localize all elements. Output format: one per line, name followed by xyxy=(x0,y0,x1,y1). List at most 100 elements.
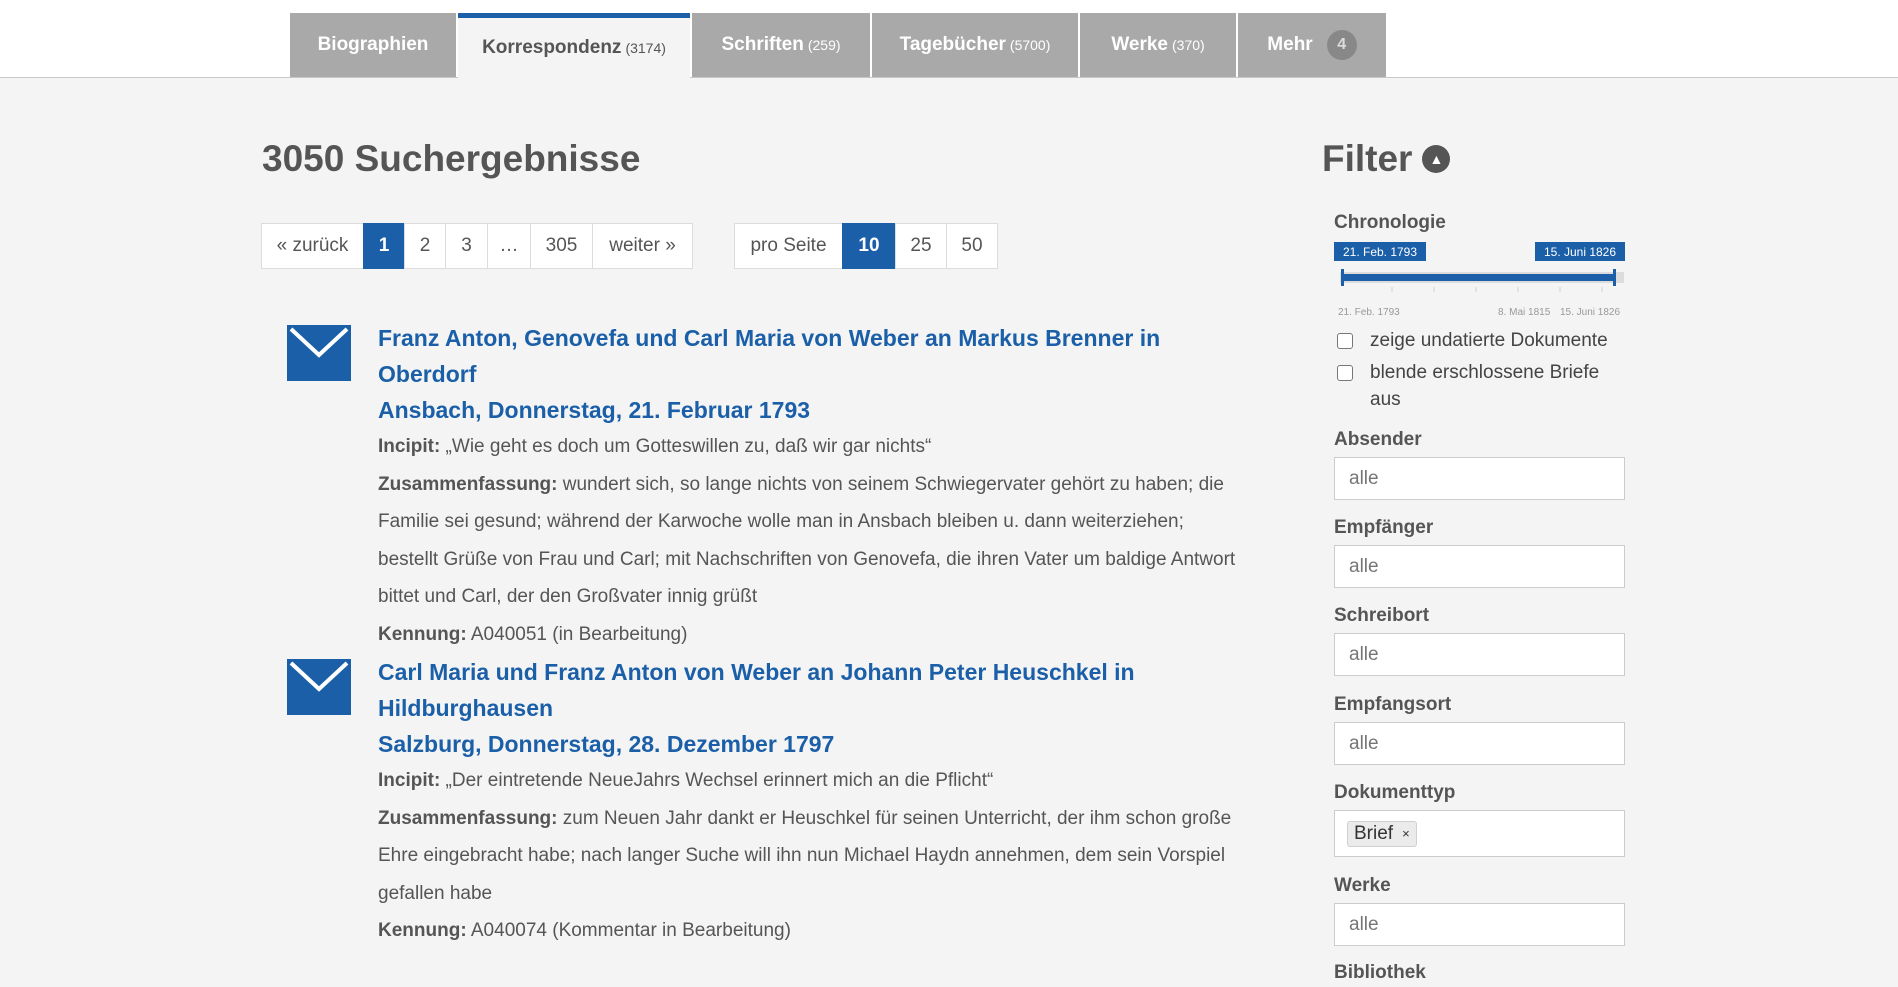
werke-filter: Werke xyxy=(1334,875,1625,946)
tab-count: (370) xyxy=(1172,37,1205,53)
range-end-date: 15. Juni 1826 xyxy=(1544,245,1616,259)
empfangsort-label: Empfangsort xyxy=(1334,694,1452,715)
summary-label: Zusammenfassung: xyxy=(378,807,558,829)
tag-label: Brief xyxy=(1354,822,1394,844)
per-page-50-button[interactable]: 50 xyxy=(946,223,998,269)
incipit-label: Incipit: xyxy=(378,436,441,457)
tab-schriften[interactable]: Schriften (259) xyxy=(692,13,870,77)
tab-count: (5700) xyxy=(1009,37,1051,53)
checkbox-box[interactable] xyxy=(1337,365,1353,381)
result-title-link[interactable]: Carl Maria und Franz Anton von Weber an … xyxy=(378,654,1248,762)
page-1-button[interactable]: 1 xyxy=(363,223,405,269)
tab-label: Tagebücher xyxy=(899,34,1006,55)
result-title-line: Franz Anton, Genovefa und Carl Maria von… xyxy=(378,325,1161,387)
filter-heading: Filter ▲ xyxy=(1322,138,1451,180)
result-incipit: Incipit: „Wie geht es doch um Gotteswill… xyxy=(378,428,1248,466)
pagination: « zurück 1 2 3 … 305 weiter » xyxy=(261,223,693,269)
page-3-button[interactable]: 3 xyxy=(445,223,488,269)
result-date-line: Ansbach, Donnerstag, 21. Februar 1793 xyxy=(378,397,811,423)
incipit-text: „Der eintretende NeueJahrs Wechsel erinn… xyxy=(440,770,994,791)
chronology-label: Chronologie xyxy=(1334,212,1446,233)
axis-label-mid: 8. Mai 1815 xyxy=(1498,307,1551,318)
per-page-label: pro Seite xyxy=(734,223,843,269)
id-text: A040074 (Kommentar in Bearbeitung) xyxy=(466,920,791,941)
dokumenttyp-filter: Dokumenttyp Brief × xyxy=(1334,782,1625,857)
top-tab-bar: Biographien Korrespondenz (3174) Schrift… xyxy=(0,0,1898,78)
result-incipit: Incipit: „Der eintretende NeueJahrs Wech… xyxy=(378,762,1248,800)
result-id: Kennung: A040074 (Kommentar in Bearbeitu… xyxy=(378,912,1248,950)
selected-tag: Brief × xyxy=(1347,820,1417,847)
next-page-button[interactable]: weiter » xyxy=(592,223,693,269)
tab-biographien[interactable]: Biographien xyxy=(290,13,456,77)
page-2-button[interactable]: 2 xyxy=(404,223,446,269)
empfaenger-filter: Empfänger xyxy=(1334,517,1625,588)
result-title-link[interactable]: Franz Anton, Genovefa und Carl Maria von… xyxy=(378,320,1248,428)
tab-label: Mehr xyxy=(1267,34,1313,55)
per-page-10-button[interactable]: 10 xyxy=(842,223,896,269)
result-title-line: Carl Maria und Franz Anton von Weber an … xyxy=(378,659,1135,685)
checkbox-box[interactable] xyxy=(1337,333,1353,349)
result-id: Kennung: A040051 (in Bearbeitung) xyxy=(378,616,1248,654)
page-305-button[interactable]: 305 xyxy=(530,223,593,269)
result-title-line: Hildburghausen xyxy=(378,695,554,721)
bibliothek-filter: Bibliothek xyxy=(1334,962,1625,984)
per-page-selector: pro Seite 10 25 50 xyxy=(734,223,998,269)
absender-label: Absender xyxy=(1334,429,1422,450)
tab-count: (3174) xyxy=(625,40,666,56)
slider-start-handle[interactable] xyxy=(1341,269,1344,286)
empfaenger-input[interactable] xyxy=(1334,545,1625,588)
results-count-heading: 3050 Suchergebnisse xyxy=(262,138,641,179)
tab-mehr[interactable]: Mehr 4 xyxy=(1238,13,1386,77)
chronology-slider[interactable]: 21. Feb. 1793 15. Juni 1826 21. Feb. 179… xyxy=(1334,240,1625,320)
empfangsort-input[interactable] xyxy=(1334,722,1625,765)
empfangsort-filter: Empfangsort xyxy=(1334,694,1625,765)
checkbox-group: zeige undatierte Dokumente blende erschl… xyxy=(1334,327,1625,413)
axis-label-start: 21. Feb. 1793 xyxy=(1338,307,1400,318)
schreibort-input[interactable] xyxy=(1334,633,1625,676)
page-ellipsis: … xyxy=(487,223,531,269)
filter-title: Filter xyxy=(1322,138,1413,179)
absender-input[interactable] xyxy=(1334,457,1625,500)
id-label: Kennung: xyxy=(378,920,467,941)
envelope-icon xyxy=(287,659,351,715)
id-text: A040051 (in Bearbeitung) xyxy=(466,623,688,645)
summary-label: Zusammenfassung: xyxy=(378,473,558,495)
tab-label: Korrespondenz xyxy=(482,37,622,58)
checkbox-label: blende erschlossene Briefe aus xyxy=(1370,362,1600,410)
dokumenttyp-select[interactable]: Brief × xyxy=(1334,810,1625,857)
undated-docs-checkbox[interactable]: zeige undatierte Dokumente xyxy=(1334,327,1625,354)
hide-inferred-letters-checkbox[interactable]: blende erschlossene Briefe aus xyxy=(1334,359,1625,413)
more-count-badge: 4 xyxy=(1326,30,1357,60)
envelope-icon xyxy=(287,325,351,381)
prev-page-button[interactable]: « zurück xyxy=(261,223,364,269)
remove-tag-icon[interactable]: × xyxy=(1402,826,1410,841)
tab-werke[interactable]: Werke (370) xyxy=(1080,13,1236,77)
range-start-date: 21. Feb. 1793 xyxy=(1343,245,1417,259)
bibliothek-label: Bibliothek xyxy=(1334,962,1426,983)
schreibort-filter: Schreibort xyxy=(1334,605,1625,676)
axis-label-end: 15. Juni 1826 xyxy=(1560,307,1620,318)
chronology-filter: Chronologie xyxy=(1334,212,1625,234)
checkbox-label: zeige undatierte Dokumente xyxy=(1370,330,1608,351)
tab-label: Schriften xyxy=(721,34,804,55)
empfaenger-label: Empfänger xyxy=(1334,517,1434,538)
slider-end-handle[interactable] xyxy=(1613,269,1616,286)
id-label: Kennung: xyxy=(378,623,467,645)
incipit-text: „Wie geht es doch um Gotteswillen zu, da… xyxy=(440,436,932,457)
slider-range xyxy=(1344,274,1615,281)
absender-filter: Absender xyxy=(1334,429,1625,500)
schreibort-label: Schreibort xyxy=(1334,605,1430,626)
werke-label: Werke xyxy=(1334,875,1391,896)
result-summary: Zusammenfassung: wundert sich, so lange … xyxy=(378,466,1248,616)
collapse-filter-icon[interactable]: ▲ xyxy=(1422,145,1451,173)
werke-input[interactable] xyxy=(1334,903,1625,946)
category-tabs: Biographien Korrespondenz (3174) Schrift… xyxy=(290,13,1388,78)
per-page-25-button[interactable]: 25 xyxy=(895,223,947,269)
result-summary: Zusammenfassung: zum Neuen Jahr dankt er… xyxy=(378,800,1248,913)
tab-korrespondenz[interactable]: Korrespondenz (3174) xyxy=(458,13,690,78)
dokumenttyp-label: Dokumenttyp xyxy=(1334,782,1456,803)
tab-label: Biographien xyxy=(317,34,429,55)
slider-ticks xyxy=(1391,287,1603,292)
tab-label: Werke xyxy=(1111,34,1168,55)
tab-tagebuecher[interactable]: Tagebücher (5700) xyxy=(872,13,1078,77)
